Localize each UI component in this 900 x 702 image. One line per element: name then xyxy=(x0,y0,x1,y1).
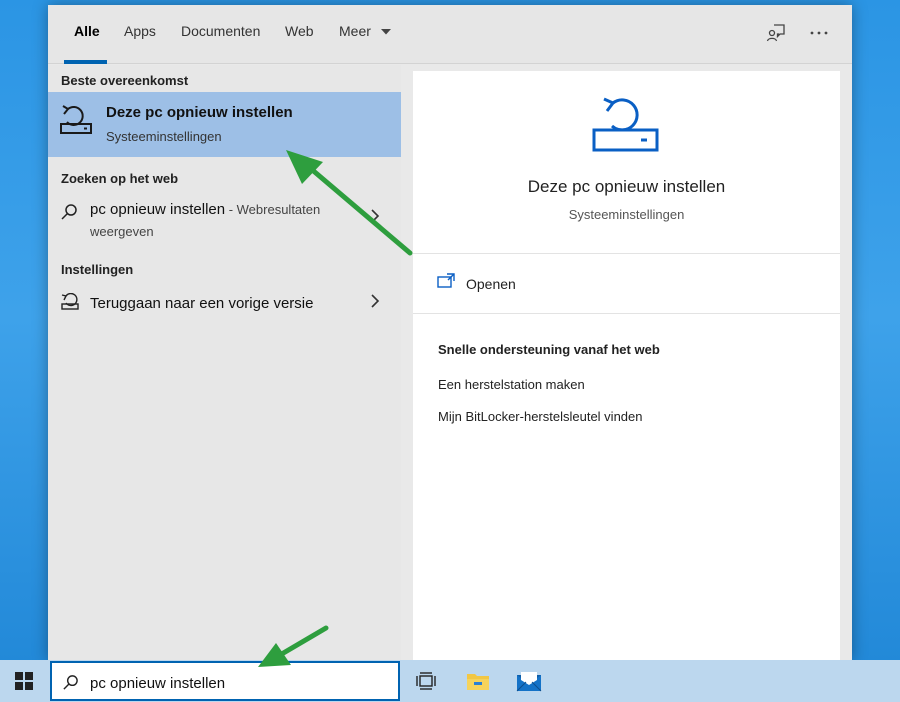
quick-help-heading: Snelle ondersteuning vanaf het web xyxy=(438,342,660,357)
tab-all[interactable]: Alle xyxy=(74,23,100,39)
best-match-title: Deze pc opnieuw instellen xyxy=(106,104,293,121)
detail-subtitle: Systeeminstellingen xyxy=(568,207,685,222)
tab-apps[interactable]: Apps xyxy=(124,23,156,39)
quick-link-recovery-drive[interactable]: Een herstelstation maken xyxy=(438,377,585,392)
open-label: Openen xyxy=(466,276,516,292)
best-match-heading: Beste overeenkomst xyxy=(61,73,189,88)
web-result-query: pc opnieuw instellen xyxy=(90,201,226,218)
caret-down-icon xyxy=(380,29,391,35)
web-search-heading: Zoeken op het web xyxy=(61,171,179,186)
active-tab-indicator xyxy=(64,60,107,64)
filter-tab-bar: Alle Apps Documenten Web Meer xyxy=(48,5,852,64)
settings-result-label: Teruggaan naar een vorige versie xyxy=(90,295,314,312)
results-list: Beste overeenkomst Deze pc opnieuw inste… xyxy=(48,65,401,661)
settings-heading: Instellingen xyxy=(61,262,134,277)
go-back-icon xyxy=(60,292,80,316)
chevron-right-icon[interactable] xyxy=(370,294,380,313)
best-match-result[interactable]: Deze pc opnieuw instellen Systeeminstell… xyxy=(48,92,401,157)
feedback-icon[interactable] xyxy=(764,21,788,45)
search-icon xyxy=(62,674,79,696)
open-icon xyxy=(437,273,455,288)
more-options-icon[interactable] xyxy=(807,21,831,45)
divider xyxy=(413,313,840,314)
taskbar-search-box[interactable] xyxy=(50,661,400,701)
start-button[interactable] xyxy=(0,660,48,702)
detail-title: Deze pc opnieuw instellen xyxy=(527,177,726,196)
reset-pc-icon xyxy=(58,102,94,143)
detail-pane: Deze pc opnieuw instellen Systeeminstell… xyxy=(413,71,840,661)
tab-documents[interactable]: Documenten xyxy=(181,23,260,39)
tab-more[interactable]: Meer xyxy=(339,23,392,39)
quick-link-bitlocker-key[interactable]: Mijn BitLocker-herstelsleutel vinden xyxy=(438,409,642,424)
divider xyxy=(413,253,840,254)
best-match-subtitle: Systeeminstellingen xyxy=(106,129,222,144)
search-icon xyxy=(60,203,78,226)
windows-logo-icon xyxy=(15,672,33,690)
task-view-icon[interactable] xyxy=(402,660,450,702)
chevron-right-icon[interactable] xyxy=(370,209,380,228)
settings-result[interactable]: Teruggaan naar een vorige versie xyxy=(48,287,401,317)
web-result-text: pc opnieuw instellen - Webresultaten xyxy=(90,201,320,218)
tab-more-label: Meer xyxy=(339,23,371,39)
file-explorer-icon[interactable] xyxy=(454,660,502,702)
search-input[interactable] xyxy=(90,672,380,694)
mail-icon[interactable] xyxy=(505,660,553,702)
web-result-line2: weergeven xyxy=(90,224,154,239)
web-search-result[interactable]: pc opnieuw instellen - Webresultaten wee… xyxy=(48,195,401,247)
search-flyout: Alle Apps Documenten Web Meer Beste over… xyxy=(48,5,852,661)
open-button[interactable]: Openen xyxy=(437,271,637,295)
taskbar xyxy=(0,660,900,702)
reset-pc-icon xyxy=(591,93,661,160)
tab-web[interactable]: Web xyxy=(285,23,314,39)
web-result-suffix: - Webresultaten xyxy=(225,202,321,217)
